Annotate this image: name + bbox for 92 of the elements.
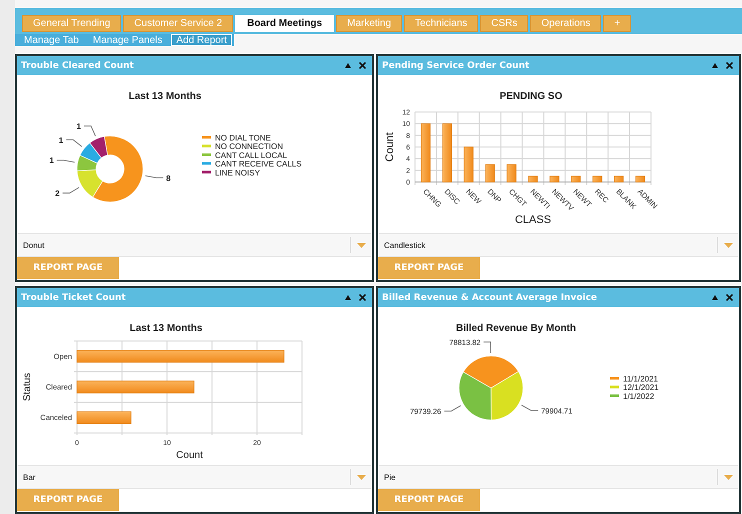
close-icon: [359, 294, 366, 301]
leader-line: [483, 342, 492, 354]
bar: [76, 411, 132, 424]
panel-title: Billed Revenue & Account Average Invoice: [382, 292, 598, 302]
tab[interactable]: Technicians: [404, 15, 478, 32]
leader-line: [66, 139, 82, 148]
leader-line: [144, 175, 164, 178]
chart-type-dropdown[interactable]: Candlestick: [379, 233, 738, 257]
report-page-button[interactable]: REPORT PAGE: [378, 489, 480, 511]
bar: [571, 176, 581, 182]
data-label: 1: [76, 122, 81, 131]
close-icon: [726, 62, 733, 69]
data-label: 1: [58, 136, 64, 145]
tab[interactable]: +: [603, 15, 632, 32]
collapse-icon: [345, 63, 351, 68]
bar: [635, 176, 646, 182]
legend-label: LINE NOISY: [215, 168, 260, 178]
caret-icon: [357, 474, 366, 480]
bar: [485, 164, 495, 182]
legend-label: 11/1/2021: [623, 374, 658, 384]
legend-swatch: [610, 377, 619, 380]
collapse-icon: [345, 295, 351, 300]
chart-type-dropdown[interactable]: Bar: [18, 465, 371, 489]
chart-title: Last 13 Months: [130, 323, 202, 334]
panel-title: Trouble Cleared Count: [21, 60, 135, 70]
legend-label: CANT RECEIVE CALLS: [215, 160, 302, 169]
legend-label: 1/1/2022: [623, 392, 654, 401]
caret-icon: [357, 242, 366, 248]
report-page-button[interactable]: REPORT PAGE: [378, 257, 480, 279]
axis-title: Status: [22, 372, 33, 402]
menu-link[interactable]: Manage Tab: [19, 34, 84, 46]
tab[interactable]: Board Meetings: [235, 15, 334, 32]
leader-line: [444, 405, 462, 412]
legend-swatch: [202, 153, 211, 156]
bar: [442, 123, 452, 182]
close-button[interactable]: [359, 294, 366, 301]
menu-link[interactable]: Add Report: [171, 34, 232, 46]
menu-link[interactable]: Manage Panels: [88, 34, 168, 46]
close-button[interactable]: [726, 294, 733, 301]
leader-line: [84, 126, 96, 136]
data-label: 1: [49, 156, 54, 166]
tab[interactable]: General Trending: [22, 15, 122, 32]
legend-label: NO CONNECTION: [215, 142, 283, 152]
legend-swatch: [610, 386, 619, 388]
bar: [420, 123, 431, 182]
collapse-button[interactable]: [712, 295, 718, 300]
tab[interactable]: Operations: [530, 15, 602, 32]
bar: [506, 164, 516, 182]
collapse-icon: [712, 63, 718, 68]
collapse-button[interactable]: [345, 63, 351, 68]
chart-type-dropdown[interactable]: Pie: [379, 465, 738, 489]
collapse-button[interactable]: [345, 295, 351, 300]
chart-type-dropdown[interactable]: Donut: [18, 233, 371, 257]
tab[interactable]: Marketing: [336, 15, 402, 32]
bar: [550, 176, 560, 182]
legend-label: NO DIAL TONE: [215, 134, 271, 142]
legend-swatch: [202, 136, 211, 139]
axis-title: CLASS: [514, 214, 552, 226]
report-page-button[interactable]: REPORT PAGE: [17, 489, 119, 511]
close-icon: [359, 62, 366, 69]
data-label: 8: [166, 174, 171, 183]
caret-icon: [724, 242, 733, 248]
leader-line: [521, 404, 539, 411]
data-label: 2: [55, 189, 60, 198]
close-button[interactable]: [726, 62, 733, 69]
tab[interactable]: CSRs: [480, 15, 528, 32]
bar: [464, 146, 474, 182]
bar: [528, 176, 538, 182]
legend-swatch: [202, 170, 211, 174]
legend-label: CANT CALL LOCAL: [215, 150, 288, 160]
close-icon: [726, 294, 733, 301]
panel-title: Trouble Ticket Count: [21, 292, 127, 302]
leader-line: [62, 187, 80, 194]
chart-title: Last 13 Months: [128, 91, 202, 102]
legend-swatch: [610, 394, 619, 397]
legend-swatch: [202, 144, 211, 148]
legend-swatch: [202, 162, 211, 165]
chart-title: Billed Revenue By Month: [456, 323, 576, 334]
leader-line: [56, 160, 76, 163]
tab[interactable]: Customer Service 2: [123, 15, 234, 32]
caret-icon: [724, 474, 733, 480]
panel-title: Pending Service Order Count: [382, 60, 530, 70]
axis-title: Count: [176, 450, 203, 461]
collapse-button[interactable]: [712, 63, 718, 68]
bar: [592, 176, 602, 182]
collapse-icon: [712, 295, 718, 300]
close-button[interactable]: [359, 62, 366, 69]
report-page-button[interactable]: REPORT PAGE: [17, 257, 119, 279]
bar: [614, 176, 624, 182]
legend-label: 12/1/2021: [623, 383, 659, 392]
chart-title: PENDING SO: [500, 91, 562, 102]
axis-title: Count: [384, 132, 396, 162]
